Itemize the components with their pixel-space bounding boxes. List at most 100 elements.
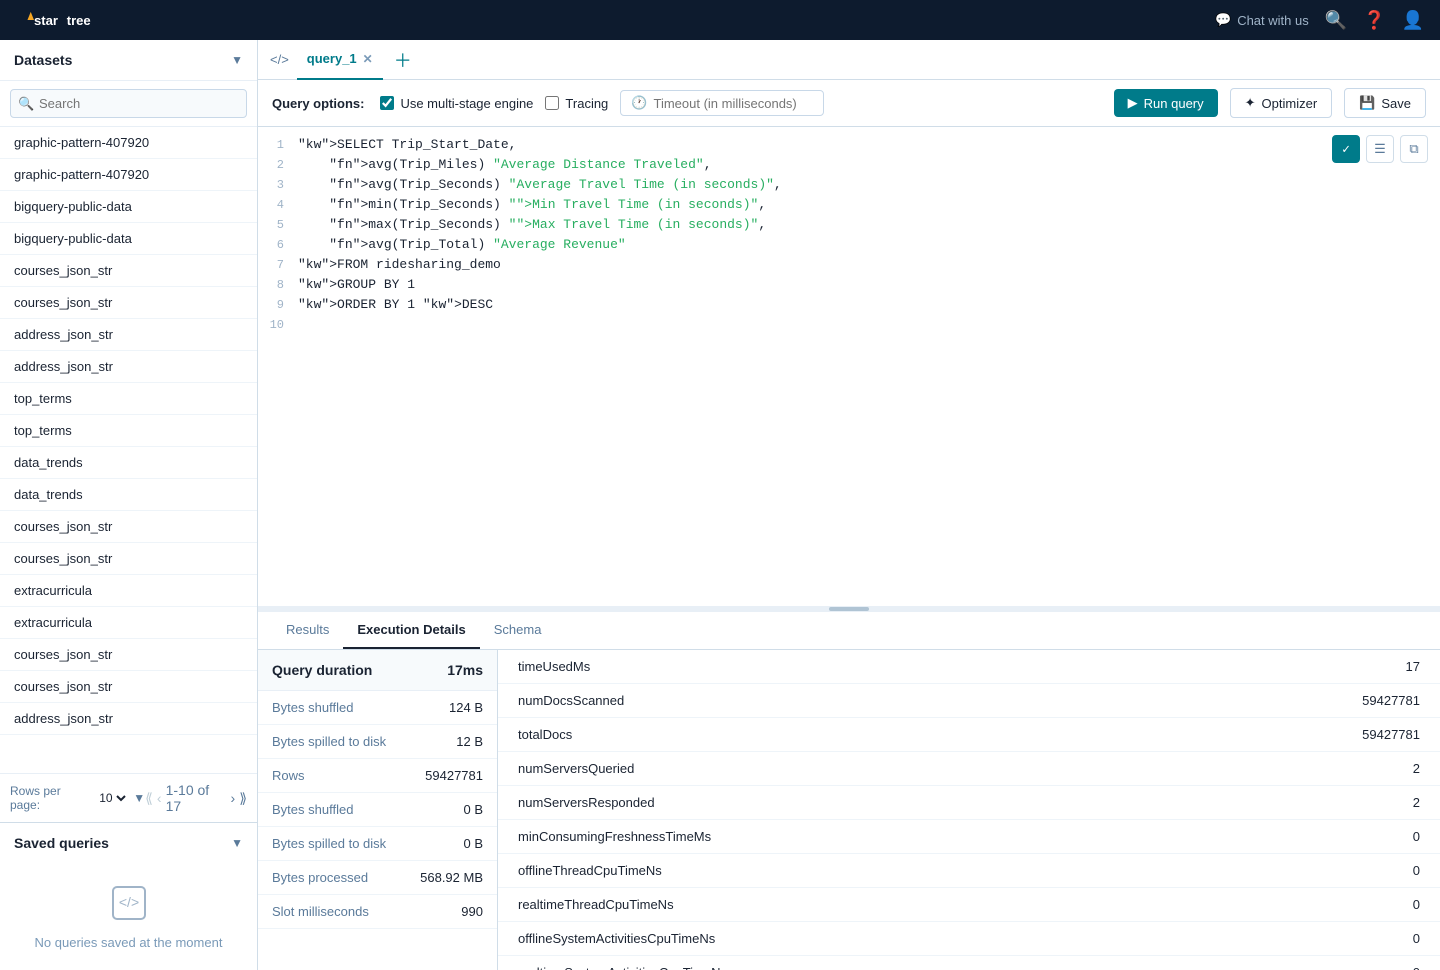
dataset-item[interactable]: courses_json_str	[0, 511, 257, 543]
code-line: 4 "fn">min(Trip_Seconds) "">Min Travel T…	[258, 195, 1440, 215]
dataset-item[interactable]: extracurricula	[0, 575, 257, 607]
copy-action-button[interactable]: ⧉	[1400, 135, 1428, 163]
exec-right-key: offlineSystemActivitiesCpuTimeNs	[518, 931, 1340, 946]
exec-right-key: realtimeThreadCpuTimeNs	[518, 897, 1340, 912]
format-action-button[interactable]: ☰	[1366, 135, 1394, 163]
help-icon[interactable]: ❓	[1363, 10, 1385, 31]
multi-stage-checkbox-item[interactable]: Use multi-stage engine	[380, 96, 533, 111]
search-input[interactable]	[10, 89, 247, 118]
line-code[interactable]: "kw">ORDER BY 1 "kw">DESC	[298, 295, 493, 315]
line-code[interactable]: "kw">FROM ridesharing_demo	[298, 255, 501, 275]
dataset-item[interactable]: bigquery-public-data	[0, 223, 257, 255]
dataset-item[interactable]: extracurricula	[0, 607, 257, 639]
datasets-title: Datasets	[14, 52, 72, 68]
exec-left-row: Rows59427781	[258, 759, 497, 793]
dataset-item[interactable]: courses_json_str	[0, 639, 257, 671]
line-number: 7	[258, 255, 298, 275]
next-page-icon[interactable]: ›	[231, 790, 236, 806]
line-number: 9	[258, 295, 298, 315]
code-line: 2 "fn">avg(Trip_Miles) "Average Distance…	[258, 155, 1440, 175]
tracing-checkbox[interactable]	[545, 96, 559, 110]
account-icon[interactable]: 👤	[1402, 10, 1424, 31]
dataset-item[interactable]: top_terms	[0, 415, 257, 447]
line-number: 10	[258, 315, 298, 335]
line-number: 2	[258, 155, 298, 175]
line-code[interactable]: "kw">SELECT Trip_Start_Date,	[298, 135, 516, 155]
line-code[interactable]: "fn">max(Trip_Seconds) "">Max Travel Tim…	[298, 215, 766, 235]
search-nav-icon[interactable]: 🔍	[1325, 10, 1347, 31]
dataset-item[interactable]: courses_json_str	[0, 671, 257, 703]
chat-label: Chat with us	[1237, 13, 1309, 28]
tracing-checkbox-item[interactable]: Tracing	[545, 96, 608, 111]
query-options-label: Query options:	[272, 96, 364, 111]
dataset-item[interactable]: address_json_str	[0, 319, 257, 351]
exec-right-row: minConsumingFreshnessTimeMs0	[498, 820, 1440, 854]
exec-right-row: offlineThreadCpuTimeNs0	[498, 854, 1440, 888]
exec-left-row: Bytes shuffled0 B	[258, 793, 497, 827]
line-code[interactable]: "fn">avg(Trip_Total) "Average Revenue"	[298, 235, 626, 255]
app-layout: Datasets ▼ 🔍 graphic-pattern-407920graph…	[0, 40, 1440, 970]
exec-right-row: realtimeSystemActivitiesCouTimeNs0	[498, 956, 1440, 970]
exec-duration-value: 17ms	[447, 662, 483, 678]
dataset-item[interactable]: data_trends	[0, 447, 257, 479]
line-code[interactable]: "fn">avg(Trip_Seconds) "Average Travel T…	[298, 175, 782, 195]
exec-left-row: Bytes shuffled124 B	[258, 691, 497, 725]
last-page-icon[interactable]: ⟫	[239, 790, 247, 807]
save-icon: 💾	[1359, 95, 1375, 111]
rows-per-page-select[interactable]: 10 20 50	[95, 790, 129, 806]
exec-right-row: numServersQueried2	[498, 752, 1440, 786]
search-icon: 🔍	[18, 96, 34, 112]
check-action-button[interactable]: ✓	[1332, 135, 1360, 163]
dataset-item[interactable]: bigquery-public-data	[0, 191, 257, 223]
tab-close-icon[interactable]: ✕	[363, 52, 373, 66]
exec-left-row: Bytes processed 568.92 MB	[258, 861, 497, 895]
dataset-item[interactable]: data_trends	[0, 479, 257, 511]
tab-query-1[interactable]: query_1 ✕	[297, 40, 383, 80]
logo: star tree	[16, 8, 106, 32]
tab-add-button[interactable]: ＋	[391, 48, 415, 72]
dataset-item[interactable]: graphic-pattern-407920	[0, 159, 257, 191]
exec-row-value: 12 B	[456, 734, 483, 749]
optimizer-button[interactable]: ✦ Optimizer	[1230, 88, 1333, 118]
datasets-chevron-icon[interactable]: ▼	[231, 53, 243, 67]
exec-duration-label: Query duration	[272, 662, 372, 678]
datasets-header: Datasets ▼	[0, 40, 257, 81]
pagination-range: 1-10 of 17	[166, 782, 227, 814]
exec-row-label: Bytes spilled to disk	[272, 734, 386, 749]
tracing-label: Tracing	[565, 96, 608, 111]
line-code[interactable]: "fn">avg(Trip_Miles) "Average Distance T…	[298, 155, 712, 175]
timeout-input[interactable]	[653, 96, 813, 111]
saved-queries-chevron-icon[interactable]: ▼	[231, 836, 243, 850]
run-query-button[interactable]: ▶ Run query	[1114, 89, 1218, 117]
result-tab-schema[interactable]: Schema	[480, 611, 556, 649]
first-page-icon[interactable]: ⟪	[145, 790, 153, 807]
exec-left-row: Bytes spilled to disk 12 B	[258, 725, 497, 759]
execution-details-left: Query duration 17ms Bytes shuffled124 BB…	[258, 650, 498, 970]
exec-right-key: minConsumingFreshnessTimeMs	[518, 829, 1340, 844]
exec-row-value: 0 B	[463, 802, 483, 817]
dataset-list: graphic-pattern-407920graphic-pattern-40…	[0, 127, 257, 773]
exec-row-label: Bytes processed	[272, 870, 368, 885]
dataset-item[interactable]: courses_json_str	[0, 255, 257, 287]
exec-right-row: totalDocs59427781	[498, 718, 1440, 752]
dataset-item[interactable]: graphic-pattern-407920	[0, 127, 257, 159]
multi-stage-checkbox[interactable]	[380, 96, 394, 110]
chat-link[interactable]: 💬 Chat with us	[1215, 12, 1309, 28]
top-nav-right: 💬 Chat with us 🔍 ❓ 👤	[1215, 10, 1424, 31]
line-code[interactable]: "fn">min(Trip_Seconds) "">Min Travel Tim…	[298, 195, 766, 215]
exec-right-row: numServersResponded2	[498, 786, 1440, 820]
result-tab-execution-details[interactable]: Execution Details	[343, 611, 479, 649]
line-code[interactable]: "kw">GROUP BY 1	[298, 275, 415, 295]
save-button[interactable]: 💾 Save	[1344, 88, 1426, 118]
saved-queries-body: </> No queries saved at the moment	[0, 863, 257, 970]
exec-row-value: 568.92 MB	[420, 870, 483, 885]
result-tab-results[interactable]: Results	[272, 611, 343, 649]
dataset-item[interactable]: top_terms	[0, 383, 257, 415]
dataset-item[interactable]: courses_json_str	[0, 543, 257, 575]
dataset-item[interactable]: address_json_str	[0, 703, 257, 735]
exec-row-label: Bytes shuffled	[272, 700, 353, 715]
dataset-item[interactable]: courses_json_str	[0, 287, 257, 319]
svg-text:star: star	[34, 13, 58, 28]
dataset-item[interactable]: address_json_str	[0, 351, 257, 383]
prev-page-icon[interactable]: ‹	[157, 790, 162, 806]
